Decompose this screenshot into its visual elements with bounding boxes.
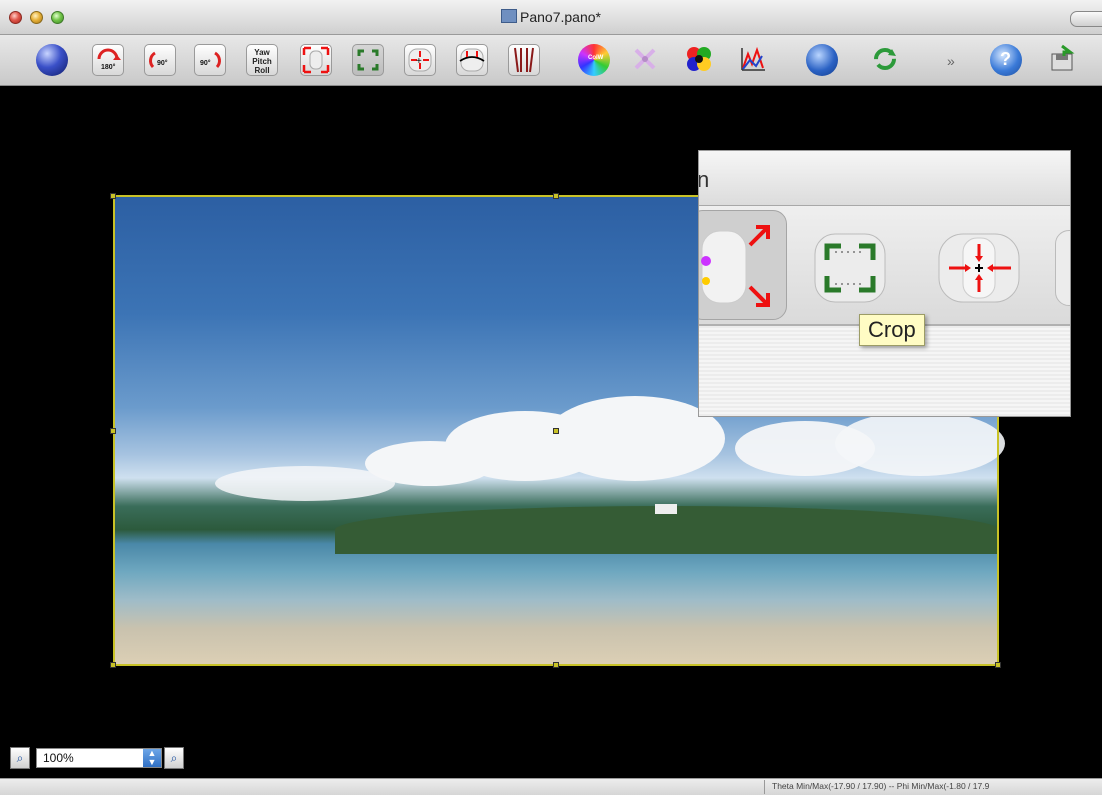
color-wheel-button[interactable]: ColW <box>578 44 610 76</box>
title-bar: Pano7.pano* <box>0 0 1102 35</box>
crop-icon <box>357 49 379 71</box>
crop-icon <box>814 233 886 303</box>
center-arrows-icon: + <box>408 48 432 72</box>
zoom-inset-title: n <box>698 167 710 192</box>
rotate-ccw-90-button[interactable]: 90° <box>144 44 176 76</box>
layers-button[interactable] <box>684 44 716 76</box>
zoom-in-icon[interactable]: ⌕ <box>164 747 184 769</box>
rotate-ccw-label: 90° <box>157 59 168 67</box>
document-icon <box>501 9 518 23</box>
fit-arrows-icon <box>701 225 770 307</box>
center-panorama-button[interactable]: + <box>404 44 436 76</box>
center-arrows-icon <box>938 233 1020 303</box>
crop-handle[interactable] <box>110 662 116 668</box>
crop-handle[interactable] <box>553 428 559 434</box>
center-panorama-button-zoomed[interactable] <box>935 230 1025 306</box>
histogram-button[interactable] <box>738 44 770 76</box>
zoom-inset: n Crop <box>698 150 1071 417</box>
layers-icon <box>687 47 711 71</box>
updown-arrows-icon: ▲ ▼ <box>143 749 161 767</box>
crop-handle[interactable] <box>553 662 559 668</box>
export-icon <box>1051 44 1075 71</box>
crop-button[interactable] <box>352 44 384 76</box>
rotate-ccw-icon: 90° <box>149 51 168 69</box>
rotate-180-label: 180° <box>101 63 116 71</box>
rotate-cw-label: 90° <box>200 59 211 67</box>
zoom-value: 100% <box>43 751 74 765</box>
svg-text:+: + <box>416 56 422 67</box>
help-button[interactable]: ? <box>990 44 1022 76</box>
crop-button-zoomed[interactable] <box>811 230 889 306</box>
help-icon: ? <box>1000 49 1011 69</box>
vertical-lines-icon <box>514 47 534 73</box>
crop-handle[interactable] <box>110 193 116 199</box>
fit-panorama-button-zoomed[interactable] <box>699 210 787 320</box>
zoom-inset-toolbar <box>699 206 1070 326</box>
crop-tooltip: Crop <box>859 314 925 346</box>
stitch-button[interactable] <box>806 44 838 76</box>
rotate-cw-90-button[interactable]: 90° <box>194 44 226 76</box>
fit-panorama-button[interactable] <box>300 44 332 76</box>
crop-handle[interactable] <box>553 193 559 199</box>
status-bar: Theta Min/Max(-17.90 / 17.90) -- Phi Min… <box>0 778 1102 795</box>
straighten-button[interactable] <box>456 44 488 76</box>
toolbar-toggle-button[interactable] <box>1070 11 1102 27</box>
crop-handle[interactable] <box>110 428 116 434</box>
refresh-icon <box>874 48 896 70</box>
control-points-button[interactable] <box>630 44 662 76</box>
toolbar: 180° 90° 90° Yaw Pitch Roll + ColW » ? <box>0 35 1102 86</box>
histogram-icon <box>741 46 765 71</box>
control-points-icon <box>634 48 656 70</box>
straighten-icon <box>459 48 485 72</box>
vertical-lines-button[interactable] <box>508 44 540 76</box>
globe-preview-icon[interactable] <box>36 44 68 76</box>
status-text: Theta Min/Max(-17.90 / 17.90) -- Phi Min… <box>772 781 990 791</box>
fit-arrows-icon <box>302 46 330 74</box>
rotate-180-button[interactable]: 180° <box>92 44 124 76</box>
crop-handle[interactable] <box>995 662 1001 668</box>
color-wheel-label: ColW <box>588 55 604 61</box>
status-divider <box>764 780 765 794</box>
straighten-button-zoomed[interactable] <box>1055 230 1070 306</box>
zoom-inset-titlebar: n <box>699 151 1070 206</box>
zoom-out-icon[interactable]: ⌕ <box>10 747 30 769</box>
window-title-text: Pano7.pano* <box>520 9 601 25</box>
yaw-pitch-roll-button[interactable]: Yaw Pitch Roll <box>246 44 278 76</box>
export-button[interactable] <box>1048 44 1080 76</box>
rotate-cw-icon: 90° <box>200 51 221 69</box>
rotate-180-icon: 180° <box>97 48 121 71</box>
toolbar-overflow-button[interactable]: » <box>947 53 955 69</box>
window-title: Pano7.pano* <box>0 9 1102 25</box>
zoom-select[interactable]: 100% ▲ ▼ <box>36 748 162 768</box>
yaw-pitch-roll-label: Yaw Pitch Roll <box>252 48 272 75</box>
refresh-button[interactable] <box>870 44 902 76</box>
